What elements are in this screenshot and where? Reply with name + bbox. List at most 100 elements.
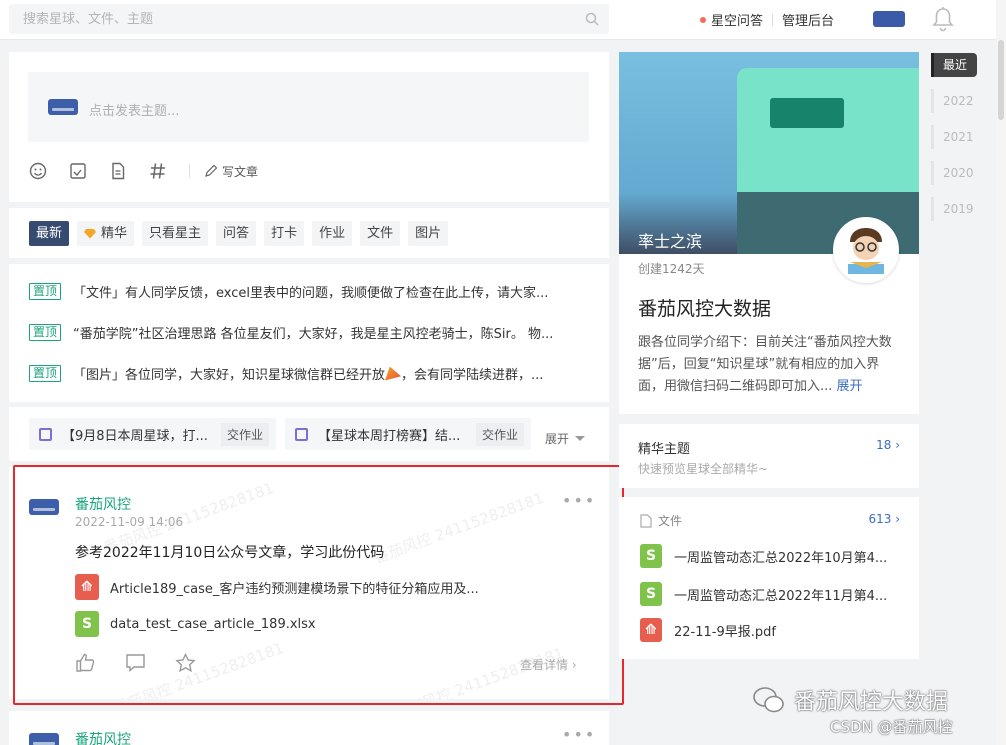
essence-count-value: 18: [876, 438, 892, 452]
file-item[interactable]: S 一周监管动态汇总2022年11月第4...: [640, 582, 887, 606]
files-title: 文件: [658, 514, 683, 528]
write-article-label: 写文章: [222, 164, 259, 179]
csdn-watermark: CSDN @番茄风控: [830, 718, 953, 736]
bell-icon[interactable]: [932, 6, 954, 32]
hashtag-icon[interactable]: [149, 162, 167, 180]
composer-placeholder: 点击发表主题...: [89, 104, 180, 119]
year-nav: 最近 2022 2021 2020 2019: [931, 53, 977, 233]
submit-homework-button[interactable]: 交作业: [475, 422, 524, 446]
files-count-value: 613: [868, 512, 892, 526]
user-avatar[interactable]: [873, 11, 905, 27]
year-2021[interactable]: 2021: [931, 125, 977, 149]
files-header[interactable]: 文件: [640, 512, 682, 529]
spreadsheet-icon: S: [640, 582, 662, 606]
pinned-text: 「文件」有人同学反馈，excel里表中的问题，我顺便做了检查在此上传，请大家..…: [73, 286, 549, 301]
scrollbar-thumb[interactable]: [998, 40, 1004, 120]
admin-link[interactable]: 管理后台: [782, 10, 834, 29]
tab-files[interactable]: 文件: [360, 221, 401, 246]
top-links: 星空问答 管理后台: [700, 10, 834, 29]
tab-checkin[interactable]: 打卡: [264, 221, 305, 246]
expand-label: 展开: [545, 432, 570, 446]
chevron-down-icon: [575, 436, 586, 441]
book-icon: [39, 427, 52, 441]
pinned-tag: 置顶: [29, 365, 62, 382]
write-article-button[interactable]: 写文章: [204, 163, 258, 180]
file-item[interactable]: ⟰ 22-11-9早报.pdf: [640, 618, 776, 642]
party-popper-icon: [385, 366, 402, 381]
pinned-text: “番茄学院”社区治理思路 各位星友们，大家好，我是星主风控老骑士，陈Sir。 物…: [73, 327, 554, 342]
qa-link[interactable]: 星空问答: [711, 10, 763, 29]
highlight-box: [13, 465, 624, 705]
group-card: 率士之滨 创建1242天 番茄风控大数据 跟各位同学介绍下：目前关注“番茄风控大…: [619, 52, 919, 414]
spreadsheet-icon: S: [640, 544, 662, 568]
submit-homework-button[interactable]: 交作业: [220, 422, 269, 446]
more-options-icon[interactable]: •••: [562, 725, 596, 744]
homework-strip: 【9月8日本周星球，打... 交作业 【星球本周打榜赛】结... 交作业 展开: [9, 407, 609, 461]
wechat-watermark: 番茄风控大数据: [752, 684, 948, 716]
pinned-text-tail: ，会有同学陆续进群，...: [401, 368, 544, 383]
essence-title: 精华主题: [638, 442, 691, 457]
pdf-icon: ⟰: [640, 618, 662, 642]
wechat-icon: [753, 687, 784, 713]
group-logo: [48, 99, 78, 115]
book-icon: [295, 427, 308, 441]
file-item[interactable]: S 一周监管动态汇总2022年10月第4...: [640, 544, 887, 568]
pinned-text: 「图片」各位同学，大家好，知识星球微信群已经开放: [73, 368, 386, 383]
cartoon-avatar-icon: [836, 220, 896, 280]
homework-item[interactable]: 【9月8日本周星球，打... 交作业: [29, 418, 276, 450]
composer-input[interactable]: 点击发表主题...: [28, 72, 589, 142]
essence-count: 18 ›: [876, 438, 900, 452]
year-recent[interactable]: 最近: [931, 53, 977, 77]
tab-essence[interactable]: 精华: [77, 221, 135, 246]
group-description: 跟各位同学介绍下：目前关注“番茄风控大数据”后，回复“知识星球”就有相应的加入界…: [638, 332, 904, 398]
search-input[interactable]: [9, 4, 569, 34]
homework-title: 【星球本周打榜赛】结...: [318, 428, 461, 444]
divider: [189, 164, 190, 178]
tab-latest[interactable]: 最新: [29, 221, 70, 246]
divider: [772, 13, 774, 26]
banner-title: 率士之滨: [638, 232, 703, 251]
image-icon[interactable]: [69, 162, 87, 180]
pinned-tag: 置顶: [29, 283, 62, 300]
tab-homework[interactable]: 作业: [312, 221, 353, 246]
pinned-item[interactable]: 置顶 「文件」有人同学反馈，excel里表中的问题，我顺便做了检查在此上传，请大…: [29, 282, 589, 301]
year-2020[interactable]: 2020: [931, 161, 977, 185]
author-avatar[interactable]: [29, 733, 59, 745]
pinned-item[interactable]: 置顶 「图片」各位同学，大家好，知识星球微信群已经开放 ，会有同学陆续进群，..…: [29, 364, 589, 383]
emoji-icon[interactable]: [29, 162, 47, 180]
pinned-item[interactable]: 置顶 “番茄学院”社区治理思路 各位星友们，大家好，我是星主风控老骑士，陈Sir…: [29, 323, 589, 342]
group-name: 番茄风控大数据: [638, 298, 772, 320]
document-icon: [640, 513, 652, 528]
tab-essence-label: 精华: [101, 226, 128, 241]
file-icon[interactable]: [109, 162, 127, 180]
pinned-tag: 置顶: [29, 324, 62, 341]
file-name: 22-11-9早报.pdf: [674, 624, 776, 640]
tab-qa[interactable]: 问答: [216, 221, 257, 246]
homework-item[interactable]: 【星球本周打榜赛】结... 交作业: [285, 418, 531, 450]
filter-tabs: 最新 精华 只看星主 问答 打卡 作业 文件 图片: [9, 208, 609, 258]
files-count[interactable]: 613 ›: [868, 512, 900, 526]
pinned-list: 置顶 「文件」有人同学反馈，excel里表中的问题，我顺便做了检查在此上传，请大…: [9, 264, 609, 402]
banner-shape: [770, 98, 844, 128]
homework-title: 【9月8日本周星球，打...: [62, 428, 208, 444]
file-name: 一周监管动态汇总2022年11月第4...: [674, 588, 888, 604]
essence-section[interactable]: 精华主题 18 › 快速预览星球全部精华~: [619, 424, 919, 488]
year-2019[interactable]: 2019: [931, 197, 977, 221]
essence-subtitle: 快速预览星球全部精华~: [638, 462, 769, 476]
files-section: 文件 613 › S 一周监管动态汇总2022年10月第4... S 一周监管动…: [619, 497, 919, 659]
created-days: 创建1242天: [638, 262, 705, 276]
post-author[interactable]: 番茄风控: [75, 729, 131, 745]
owner-avatar[interactable]: [833, 217, 899, 283]
expand-button[interactable]: 展开: [545, 430, 586, 447]
tab-owner-only[interactable]: 只看星主: [142, 221, 209, 246]
year-2022[interactable]: 2022: [931, 89, 977, 113]
gem-icon: [84, 228, 97, 239]
search-box: [9, 4, 609, 34]
tab-images[interactable]: 图片: [408, 221, 449, 246]
search-icon[interactable]: [585, 12, 599, 26]
pencil-icon: [205, 164, 218, 177]
scrollbar[interactable]: [996, 0, 1006, 745]
file-name: 一周监管动态汇总2022年10月第4...: [674, 550, 888, 566]
composer-toolbar: 写文章: [29, 162, 258, 180]
expand-description-link[interactable]: 展开: [837, 379, 863, 394]
